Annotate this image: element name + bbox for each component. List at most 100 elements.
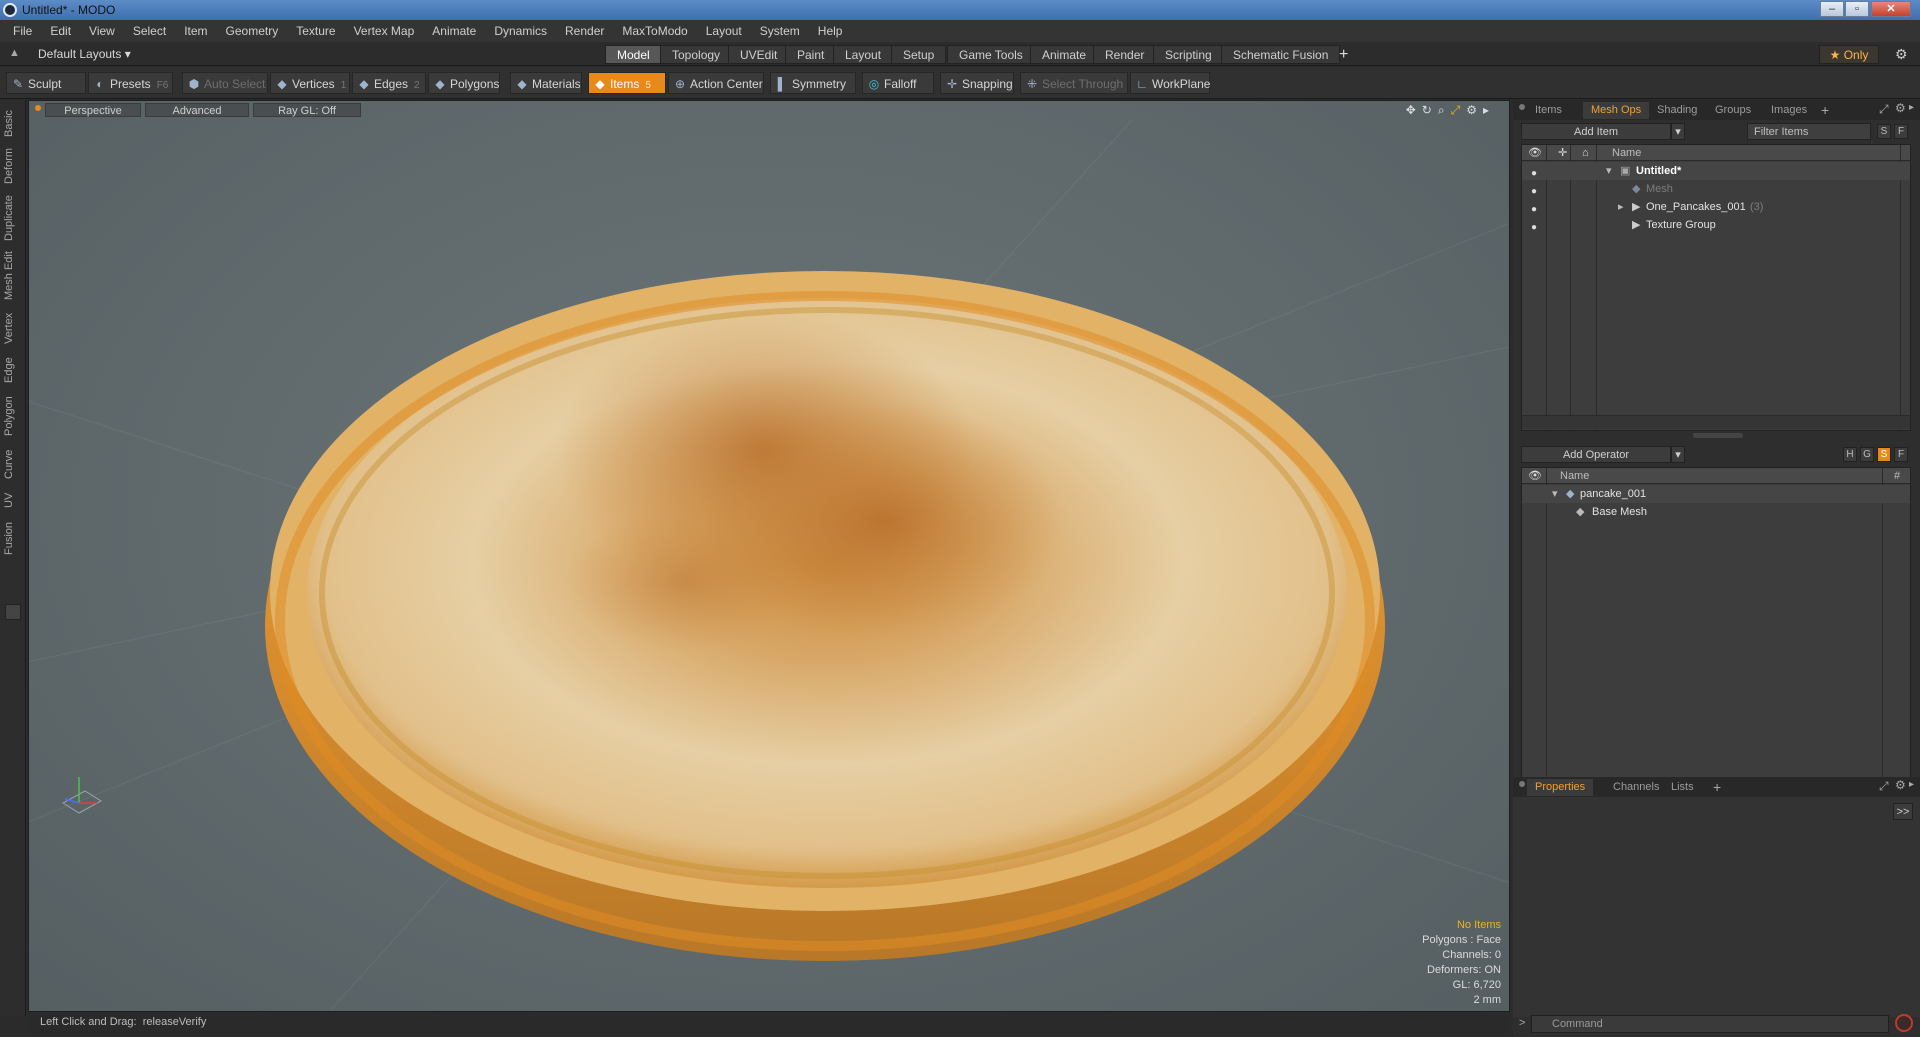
tab-lists[interactable]: Lists xyxy=(1663,779,1702,796)
tab-images[interactable]: Images xyxy=(1763,102,1815,119)
menu-dynamics[interactable]: Dynamics xyxy=(485,20,556,42)
tab-render[interactable]: Render xyxy=(1093,45,1157,64)
items-f-button[interactable]: F xyxy=(1894,124,1908,139)
tab-scripting[interactable]: Scripting xyxy=(1153,45,1224,64)
tab-layout[interactable]: Layout xyxy=(833,45,894,64)
add-panel-tab-button[interactable]: + xyxy=(1813,102,1837,119)
panel-menu-icon[interactable]: ▸ xyxy=(1909,102,1914,113)
meshops-f-button[interactable]: F xyxy=(1894,447,1908,462)
layout-selector[interactable]: Default Layouts ▾ xyxy=(38,47,131,61)
menu-item[interactable]: Item xyxy=(175,20,216,42)
raygl-toggle[interactable]: Ray GL: Off xyxy=(253,103,361,117)
maximize-button[interactable]: ▫ xyxy=(1845,1,1869,17)
tab-shading[interactable]: Shading xyxy=(1649,102,1705,119)
auto-select-button[interactable]: ⬢ Auto Select xyxy=(182,72,268,94)
tree-row-texture-group[interactable]: ● ▶ Texture Group xyxy=(1522,216,1910,234)
meshops-s-button[interactable]: S xyxy=(1877,447,1891,462)
falloff-button[interactable]: ◎ Falloff xyxy=(862,72,934,94)
workplane-button[interactable]: ∟ WorkPlane xyxy=(1130,72,1210,94)
edges-button[interactable]: ◆ Edges 2 xyxy=(352,72,426,94)
expand-triangle-icon[interactable]: ▾ xyxy=(1552,485,1558,503)
view-mode-dropdown[interactable]: Perspective xyxy=(45,103,141,117)
filter-items-input[interactable]: Filter Items xyxy=(1747,123,1871,140)
expand-icon[interactable]: ⤢ xyxy=(1879,779,1889,794)
action-center-button[interactable]: ⊕ Action Center xyxy=(668,72,764,94)
menu-vertex-map[interactable]: Vertex Map xyxy=(345,20,424,42)
expand-triangle-icon[interactable]: ▾ xyxy=(1606,162,1612,180)
shading-dropdown[interactable]: Advanced xyxy=(145,103,249,117)
vtab-polygon[interactable]: Polygon xyxy=(3,392,23,440)
items-s-button[interactable]: S xyxy=(1877,124,1891,139)
pancake-model[interactable] xyxy=(245,241,1407,965)
minimize-button[interactable]: – xyxy=(1820,1,1844,17)
horizontal-scrollbar[interactable] xyxy=(1522,415,1910,429)
tab-animate[interactable]: Animate xyxy=(1030,45,1099,64)
close-button[interactable]: ✕ xyxy=(1871,1,1911,17)
properties-expand-button[interactable]: >> xyxy=(1893,803,1913,820)
meshops-row-base-mesh[interactable]: ◆ Base Mesh xyxy=(1522,503,1910,521)
menu-layout[interactable]: Layout xyxy=(697,20,751,42)
splitter-handle[interactable] xyxy=(1693,433,1743,438)
tab-model[interactable]: Model xyxy=(605,45,662,64)
tab-uvedit[interactable]: UVEdit xyxy=(728,45,790,64)
tab-setup[interactable]: Setup xyxy=(891,45,947,64)
menu-file[interactable]: File xyxy=(4,20,41,42)
add-properties-tab-button[interactable]: + xyxy=(1705,779,1729,796)
eye-icon[interactable]: ● xyxy=(1528,219,1540,233)
sculpt-button[interactable]: ✎ Sculpt xyxy=(6,72,86,94)
menu-view[interactable]: View xyxy=(80,20,124,42)
home-icon[interactable]: ▲ xyxy=(9,47,21,59)
vtab-basic[interactable]: Basic xyxy=(3,106,23,142)
menu-render[interactable]: Render xyxy=(556,20,613,42)
gear-icon[interactable]: ⚙ xyxy=(1895,46,1908,63)
command-input[interactable]: Command xyxy=(1531,1015,1889,1033)
tab-paint[interactable]: Paint xyxy=(785,45,837,64)
panel-gear-icon[interactable]: ⚙ xyxy=(1895,778,1906,792)
tab-items[interactable]: Items xyxy=(1527,102,1570,119)
panel-toggle-button[interactable] xyxy=(5,604,21,620)
add-operator-button[interactable]: Add Operator xyxy=(1521,446,1671,463)
vertices-button[interactable]: ◆ Vertices 1 xyxy=(270,72,350,94)
presets-button[interactable]: ◐ Presets F6 xyxy=(88,72,173,94)
vtab-uv[interactable]: UV xyxy=(3,488,23,512)
tab-mesh-ops[interactable]: Mesh Ops xyxy=(1583,102,1650,119)
tree-row-mesh[interactable]: ● ◆ Mesh xyxy=(1522,180,1910,198)
tree-row-scene[interactable]: ● ▾ ▣ Untitled* xyxy=(1522,162,1910,180)
add-item-button[interactable]: Add Item xyxy=(1521,123,1671,140)
rotate-icon[interactable]: ↻ xyxy=(1422,103,1438,117)
vtab-mesh-edit[interactable]: Mesh Edit xyxy=(3,250,23,302)
expand-arrow-icon[interactable]: ▸ xyxy=(1483,103,1495,117)
tab-game-tools[interactable]: Game Tools xyxy=(947,45,1035,64)
eye-icon[interactable]: ● xyxy=(1528,165,1540,179)
symmetry-button[interactable]: ▌ Symmetry xyxy=(770,72,856,94)
panel-gear-icon[interactable]: ⚙ xyxy=(1895,101,1906,115)
menu-select[interactable]: Select xyxy=(124,20,175,42)
eye-icon[interactable]: ● xyxy=(1528,183,1540,197)
materials-button[interactable]: ◆ Materials xyxy=(510,72,582,94)
3d-viewport[interactable]: Perspective Advanced Ray GL: Off ✥↻⌕⤢⚙▸ xyxy=(28,100,1510,1012)
menu-texture[interactable]: Texture xyxy=(287,20,344,42)
vtab-edge[interactable]: Edge xyxy=(3,354,23,386)
polygons-button[interactable]: ◆ Polygons xyxy=(428,72,500,94)
tab-schematic-fusion[interactable]: Schematic Fusion xyxy=(1221,45,1341,64)
vtab-deform[interactable]: Deform xyxy=(3,146,23,186)
eye-icon[interactable]: ● xyxy=(1528,201,1540,215)
vtab-vertex[interactable]: Vertex xyxy=(3,308,23,348)
expand-icon[interactable]: ⤢ xyxy=(1879,102,1889,117)
vtab-fusion[interactable]: Fusion xyxy=(3,518,23,558)
snapping-button[interactable]: ✛ Snapping xyxy=(940,72,1014,94)
collapse-triangle-icon[interactable]: ▸ xyxy=(1618,198,1624,216)
menu-system[interactable]: System xyxy=(751,20,809,42)
select-through-button[interactable]: ⁜ Select Through xyxy=(1020,72,1128,94)
tab-properties[interactable]: Properties xyxy=(1527,779,1594,796)
menu-geometry[interactable]: Geometry xyxy=(217,20,288,42)
menu-help[interactable]: Help xyxy=(809,20,852,42)
tab-channels[interactable]: Channels xyxy=(1605,779,1667,796)
viewport-settings-icon[interactable]: ⚙ xyxy=(1466,103,1483,117)
vtab-curve[interactable]: Curve xyxy=(3,446,23,482)
fit-icon[interactable]: ⤢ xyxy=(1451,103,1467,117)
tab-topology[interactable]: Topology xyxy=(660,45,733,64)
menu-edit[interactable]: Edit xyxy=(41,20,80,42)
tree-row-group[interactable]: ● ▸ ▶ One_Pancakes_001 (3) xyxy=(1522,198,1910,216)
meshops-h-button[interactable]: H xyxy=(1843,447,1857,462)
